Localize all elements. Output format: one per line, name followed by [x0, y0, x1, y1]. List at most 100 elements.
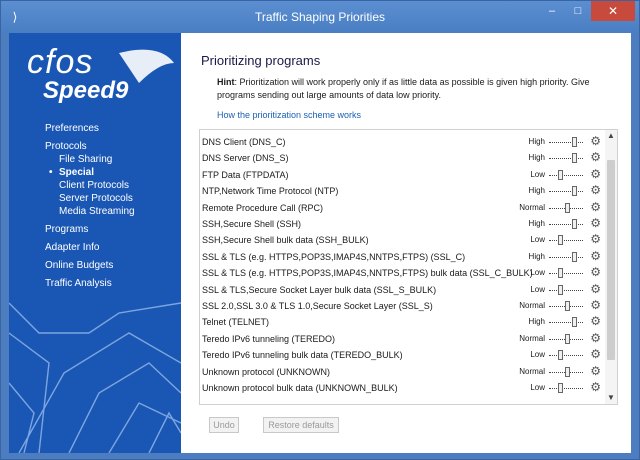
- slider-thumb[interactable]: [557, 169, 563, 180]
- vertical-scrollbar[interactable]: ▲ ▼: [605, 130, 617, 404]
- sidebar-item-programs[interactable]: Programs: [45, 224, 88, 235]
- gear-icon[interactable]: ⚙: [590, 283, 601, 295]
- priority-slider[interactable]: [549, 366, 583, 377]
- priority-label: High: [528, 317, 545, 327]
- hint-text: Hint: Prioritization will work properly …: [217, 76, 617, 102]
- slider-thumb[interactable]: [564, 366, 570, 377]
- priority-label: Low: [530, 350, 545, 360]
- maximize-icon[interactable]: □: [565, 1, 591, 21]
- list-item[interactable]: SSL & TLS,Secure Socket Layer bulk data …: [200, 282, 605, 298]
- slider-thumb[interactable]: [557, 350, 563, 361]
- slider-thumb[interactable]: [564, 333, 570, 344]
- gear-icon[interactable]: ⚙: [590, 184, 601, 196]
- priority-slider[interactable]: [549, 235, 583, 246]
- list-item[interactable]: SSL & TLS (e.g. HTTPS,POP3S,IMAP4S,NNTPS…: [200, 265, 605, 281]
- gear-icon[interactable]: ⚙: [590, 233, 601, 245]
- priority-slider[interactable]: [549, 251, 583, 262]
- slider-thumb[interactable]: [564, 202, 570, 213]
- close-icon[interactable]: ✕: [591, 1, 635, 21]
- logo-speed-text: Speed: [43, 77, 116, 104]
- undo-button[interactable]: Undo: [209, 417, 239, 433]
- minimize-icon[interactable]: –: [539, 1, 565, 21]
- list-item[interactable]: DNS Client (DNS_C) High ⚙: [200, 134, 605, 150]
- list-item[interactable]: SSL & TLS (e.g. HTTPS,POP3S,IMAP4S,NNTPS…: [200, 249, 605, 265]
- app-window: ⟩ Traffic Shaping Priorities – □ ✕ cfos …: [0, 0, 640, 460]
- priority-slider[interactable]: [549, 383, 583, 393]
- slider-thumb[interactable]: [564, 301, 570, 311]
- gear-icon[interactable]: ⚙: [590, 201, 601, 213]
- sidebar-item-file-sharing[interactable]: File Sharing: [59, 154, 112, 165]
- list-item[interactable]: Remote Procedure Call (RPC) Normal ⚙: [200, 200, 605, 216]
- gear-icon[interactable]: ⚙: [590, 332, 601, 344]
- priority-slider[interactable]: [549, 350, 583, 361]
- slider-track: [549, 174, 583, 176]
- scrollbar-thumb[interactable]: [607, 160, 615, 360]
- list-item[interactable]: SSH,Secure Shell (SSH) High ⚙: [200, 216, 605, 232]
- list-item[interactable]: Telnet (TELNET) High ⚙: [200, 314, 605, 330]
- list-item[interactable]: SSL 2.0,SSL 3.0 & TLS 1.0,Secure Socket …: [200, 298, 605, 314]
- slider-thumb[interactable]: [572, 186, 578, 197]
- priority-slider[interactable]: [549, 333, 583, 344]
- priority-label: Low: [530, 235, 545, 245]
- slider-thumb[interactable]: [572, 317, 578, 328]
- protocol-name: Remote Procedure Call (RPC): [202, 202, 324, 213]
- scroll-up-icon[interactable]: ▲: [605, 130, 617, 142]
- sidebar-item-special[interactable]: • Special: [49, 167, 94, 178]
- protocol-name: Unknown protocol (UNKNOWN): [202, 366, 331, 377]
- scroll-down-icon[interactable]: ▼: [605, 392, 617, 404]
- gear-icon[interactable]: ⚙: [590, 250, 601, 262]
- priority-slider[interactable]: [549, 202, 583, 213]
- slider-thumb[interactable]: [557, 235, 563, 246]
- slider-thumb[interactable]: [572, 219, 578, 229]
- slider-thumb[interactable]: [572, 251, 578, 262]
- sidebar-item-traffic-analysis[interactable]: Traffic Analysis: [45, 278, 112, 289]
- slider-thumb[interactable]: [572, 153, 578, 164]
- list-item[interactable]: Teredo IPv6 tunneling (TEREDO) Normal ⚙: [200, 331, 605, 347]
- sidebar-item-online-budgets[interactable]: Online Budgets: [45, 260, 113, 271]
- slider-thumb[interactable]: [572, 137, 578, 147]
- slider-thumb[interactable]: [557, 284, 563, 295]
- sidebar-item-media-streaming[interactable]: Media Streaming: [59, 206, 135, 217]
- gear-icon[interactable]: ⚙: [590, 381, 601, 393]
- list-item[interactable]: Unknown protocol bulk data (UNKNOWN_BULK…: [200, 380, 605, 396]
- gear-icon[interactable]: ⚙: [590, 135, 601, 147]
- gear-icon[interactable]: ⚙: [590, 217, 601, 229]
- sidebar-item-adapter-info[interactable]: Adapter Info: [45, 242, 99, 253]
- sidebar-item-protocols[interactable]: Protocols: [45, 141, 87, 152]
- list-item[interactable]: Unknown protocol (UNKNOWN) Normal ⚙: [200, 364, 605, 380]
- gear-icon[interactable]: ⚙: [590, 315, 601, 327]
- gear-icon[interactable]: ⚙: [590, 151, 601, 163]
- priority-slider[interactable]: [549, 284, 583, 295]
- gear-icon[interactable]: ⚙: [590, 168, 601, 180]
- priority-slider[interactable]: [549, 169, 583, 180]
- sidebar-item-server-protocols[interactable]: Server Protocols: [59, 193, 133, 204]
- priority-slider[interactable]: [549, 301, 583, 311]
- list-item[interactable]: Teredo IPv6 tunneling bulk data (TEREDO_…: [200, 347, 605, 363]
- gear-icon[interactable]: ⚙: [590, 266, 601, 278]
- priority-slider[interactable]: [549, 317, 583, 328]
- list-item[interactable]: FTP Data (FTPDATA) Low ⚙: [200, 167, 605, 183]
- priority-slider[interactable]: [549, 268, 583, 279]
- priority-slider[interactable]: [549, 219, 583, 229]
- restore-defaults-button[interactable]: Restore defaults: [263, 417, 339, 433]
- list-item[interactable]: DNS Server (DNS_S) High ⚙: [200, 150, 605, 166]
- sidebar-item-preferences[interactable]: Preferences: [45, 123, 99, 134]
- prioritization-scheme-link[interactable]: How the prioritization scheme works: [217, 110, 361, 120]
- protocol-name: Teredo IPv6 tunneling bulk data (TEREDO_…: [202, 350, 403, 361]
- gear-icon[interactable]: ⚙: [590, 299, 601, 311]
- gear-icon[interactable]: ⚙: [590, 348, 601, 360]
- priority-slider[interactable]: [549, 137, 583, 147]
- protocol-priority-list[interactable]: ▲ ▼ DNS Client (DNS_C) High ⚙ DNS Server (D…: [199, 129, 618, 405]
- slider-thumb[interactable]: [557, 383, 563, 393]
- priority-slider[interactable]: [549, 153, 583, 164]
- protocol-name: SSL & TLS (e.g. HTTPS,POP3S,IMAP4S,NNTPS…: [202, 251, 466, 262]
- list-item[interactable]: NTP,Network Time Protocol (NTP) High ⚙: [200, 183, 605, 199]
- slider-thumb[interactable]: [557, 268, 563, 279]
- title-bar[interactable]: ⟩ Traffic Shaping Priorities – □ ✕: [1, 1, 639, 33]
- priority-slider[interactable]: [549, 186, 583, 197]
- priority-label: Normal: [519, 366, 545, 376]
- list-item[interactable]: SSH,Secure Shell bulk data (SSH_BULK) Low…: [200, 232, 605, 248]
- gear-icon[interactable]: ⚙: [590, 365, 601, 377]
- sidebar-item-client-protocols[interactable]: Client Protocols: [59, 180, 129, 191]
- slider-track: [549, 256, 583, 258]
